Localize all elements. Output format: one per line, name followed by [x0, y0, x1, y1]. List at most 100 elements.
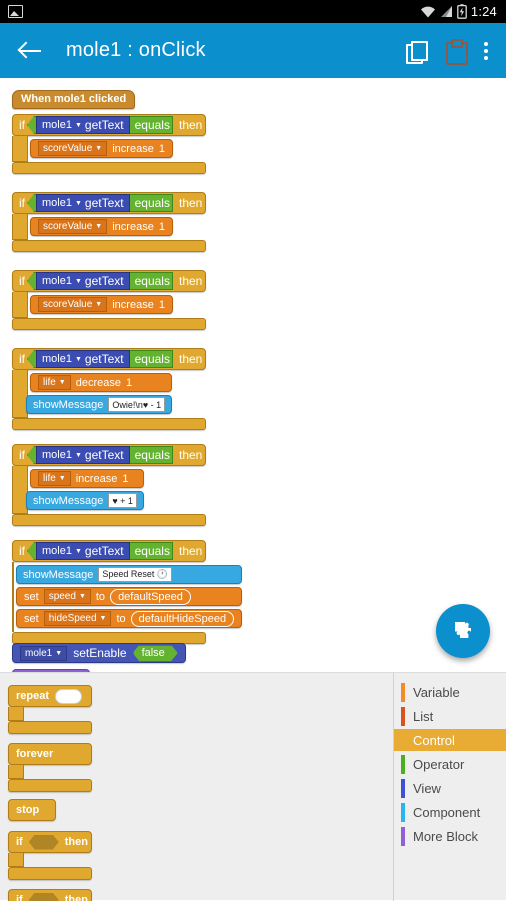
variable-block[interactable]: scoreValue ▼ increase 1 — [30, 217, 173, 236]
component-block[interactable]: showMessage ♥ + 1 — [26, 491, 144, 510]
message-argument[interactable]: ♥ + 1 — [108, 493, 137, 508]
category-variable[interactable]: Variable — [394, 681, 506, 703]
category-list[interactable]: Variable List Control Operator View Comp… — [394, 673, 506, 901]
variable-name-slot[interactable]: scoreValue ▼ — [38, 141, 107, 156]
chevron-down-icon[interactable]: ▼ — [95, 145, 102, 152]
event-hat-block[interactable]: When mole1 clicked — [12, 90, 135, 109]
chevron-down-icon[interactable]: ▼ — [79, 593, 86, 600]
variable-name-slot[interactable]: scoreValue ▼ — [38, 219, 107, 234]
if-block[interactable]: if mole1 ▼ getText equals 🕐 then showMes… — [12, 540, 206, 644]
palette-block-header[interactable]: stop — [8, 799, 56, 821]
category-list-item[interactable]: List — [394, 705, 506, 727]
component-getter-chip[interactable]: mole1 ▼ getText — [36, 350, 130, 368]
if-block-header[interactable]: if mole1 ▼ getText equals 🕐 then — [12, 540, 206, 562]
palette-block-header[interactable]: if then — [8, 889, 92, 901]
condition-expression[interactable]: mole1 ▼ getText equals 🕐 — [27, 542, 173, 560]
category-view[interactable]: View — [394, 777, 506, 799]
component-method: getText — [85, 448, 124, 462]
component-getter-chip[interactable]: mole1 ▼ getText — [36, 116, 130, 134]
category-component[interactable]: Component — [394, 801, 506, 823]
if-block-header[interactable]: if mole1 ▼ getText equals 🐹 then — [12, 192, 206, 214]
add-block-fab[interactable] — [436, 604, 490, 658]
set-value[interactable]: defaultSpeed — [110, 589, 191, 605]
if-block-header[interactable]: if mole1 ▼ getText equals 🐵 then — [12, 114, 206, 136]
if-block[interactable]: if mole1 ▼ getText equals ♥ then life ▼ — [12, 444, 206, 526]
palette-block-list[interactable]: repeat forever stop — [0, 673, 393, 901]
palette-repeat-block[interactable]: repeat — [8, 685, 92, 734]
if-block[interactable]: if mole1 ▼ getText equals 🐵 then scoreVa… — [12, 114, 206, 174]
condition-expression[interactable]: mole1 ▼ getText equals 🐵 — [27, 116, 173, 134]
palette-condition-slot[interactable] — [29, 835, 59, 850]
category-operator[interactable]: Operator — [394, 753, 506, 775]
chevron-down-icon[interactable]: ▼ — [75, 452, 82, 459]
if-block-header[interactable]: if mole1 ▼ getText equals 💣 then — [12, 348, 206, 370]
condition-expression[interactable]: mole1 ▼ getText equals 💣 — [27, 350, 173, 368]
palette-if-then-block[interactable]: if then — [8, 831, 92, 880]
palette-block-header[interactable]: if then — [8, 831, 92, 853]
variable-block[interactable]: life ▼ decrease 1 — [30, 373, 172, 392]
if-block-header[interactable]: if mole1 ▼ getText equals ♥ then — [12, 444, 206, 466]
category-color-bar — [401, 827, 405, 846]
app-bar-actions — [406, 40, 506, 61]
variable-name-slot[interactable]: scoreValue ▼ — [38, 297, 107, 312]
chevron-down-icon[interactable]: ▼ — [95, 223, 102, 230]
to-keyword: to — [96, 591, 105, 603]
chevron-down-icon[interactable]: ▼ — [59, 379, 66, 386]
set-value[interactable]: defaultHideSpeed — [131, 611, 234, 627]
variable-name-slot[interactable]: life ▼ — [38, 471, 71, 486]
component-getter-chip[interactable]: mole1 ▼ getText — [36, 446, 130, 464]
chevron-down-icon[interactable]: ▼ — [75, 122, 82, 129]
category-color-bar — [401, 755, 405, 774]
chevron-down-icon[interactable]: ▼ — [100, 615, 107, 622]
paste-icon[interactable] — [446, 40, 464, 61]
palette-input-slot[interactable] — [55, 689, 82, 704]
if-block[interactable]: if mole1 ▼ getText equals 💣 then life ▼ — [12, 348, 206, 430]
back-arrow-icon[interactable] — [18, 38, 44, 64]
palette-if-then-else-block[interactable]: if then — [8, 889, 92, 901]
view-object-slot[interactable]: mole1 ▼ — [20, 646, 67, 661]
variable-block[interactable]: scoreValue ▼ increase 1 — [30, 139, 173, 158]
palette-block-header[interactable]: forever — [8, 743, 92, 765]
palette-stop-block[interactable]: stop — [8, 799, 56, 821]
operator-label: equals — [135, 352, 170, 366]
component-block[interactable]: showMessage Owie!\n♥ - 1 — [26, 395, 172, 414]
block-palette[interactable]: repeat forever stop — [0, 672, 506, 900]
chevron-down-icon[interactable]: ▼ — [55, 650, 62, 657]
set-variable-block[interactable]: set hideSpeed ▼ to defaultHideSpeed — [16, 609, 242, 628]
variable-name-slot[interactable]: hideSpeed ▼ — [44, 611, 112, 626]
if-block-header[interactable]: if mole1 ▼ getText equals 🐗 then — [12, 270, 206, 292]
component-block[interactable]: showMessage Speed Reset 🕐 — [16, 565, 242, 584]
chevron-down-icon[interactable]: ▼ — [75, 548, 82, 555]
view-setter-block[interactable]: mole1 ▼ setEnable false — [12, 643, 186, 663]
palette-block-footer — [8, 867, 92, 880]
component-method: getText — [85, 196, 124, 210]
component-getter-chip[interactable]: mole1 ▼ getText — [36, 272, 130, 290]
message-argument[interactable]: Owie!\n♥ - 1 — [108, 397, 165, 412]
variable-block[interactable]: life ▼ increase 1 — [30, 469, 144, 488]
chevron-down-icon[interactable]: ▼ — [75, 278, 82, 285]
category-control[interactable]: Control — [394, 729, 506, 751]
set-variable-block[interactable]: set speed ▼ to defaultSpeed — [16, 587, 242, 606]
component-getter-chip[interactable]: mole1 ▼ getText — [36, 542, 130, 560]
chevron-down-icon[interactable]: ▼ — [75, 200, 82, 207]
blocks-workspace[interactable]: When mole1 clicked if mole1 ▼ getText eq… — [0, 78, 506, 672]
component-getter-chip[interactable]: mole1 ▼ getText — [36, 194, 130, 212]
condition-expression[interactable]: mole1 ▼ getText equals ♥ — [27, 446, 173, 464]
if-block[interactable]: if mole1 ▼ getText equals 🐗 then scoreVa… — [12, 270, 206, 330]
condition-expression[interactable]: mole1 ▼ getText equals 🐹 — [27, 194, 173, 212]
variable-name-slot[interactable]: life ▼ — [38, 375, 71, 390]
boolean-argument[interactable]: false — [133, 645, 178, 662]
palette-forever-block[interactable]: forever — [8, 743, 92, 792]
copy-icon[interactable] — [406, 41, 426, 61]
overflow-menu-icon[interactable] — [484, 41, 488, 61]
chevron-down-icon[interactable]: ▼ — [75, 356, 82, 363]
condition-expression[interactable]: mole1 ▼ getText equals 🐗 — [27, 272, 173, 290]
variable-name-slot[interactable]: speed ▼ — [44, 589, 91, 604]
if-block[interactable]: if mole1 ▼ getText equals 🐹 then scoreVa… — [12, 192, 206, 252]
chevron-down-icon[interactable]: ▼ — [59, 475, 66, 482]
category-more-block[interactable]: More Block — [394, 825, 506, 847]
chevron-down-icon[interactable]: ▼ — [95, 301, 102, 308]
message-argument[interactable]: Speed Reset 🕐 — [98, 567, 172, 582]
variable-block[interactable]: scoreValue ▼ increase 1 — [30, 295, 173, 314]
palette-block-header[interactable]: repeat — [8, 685, 92, 707]
